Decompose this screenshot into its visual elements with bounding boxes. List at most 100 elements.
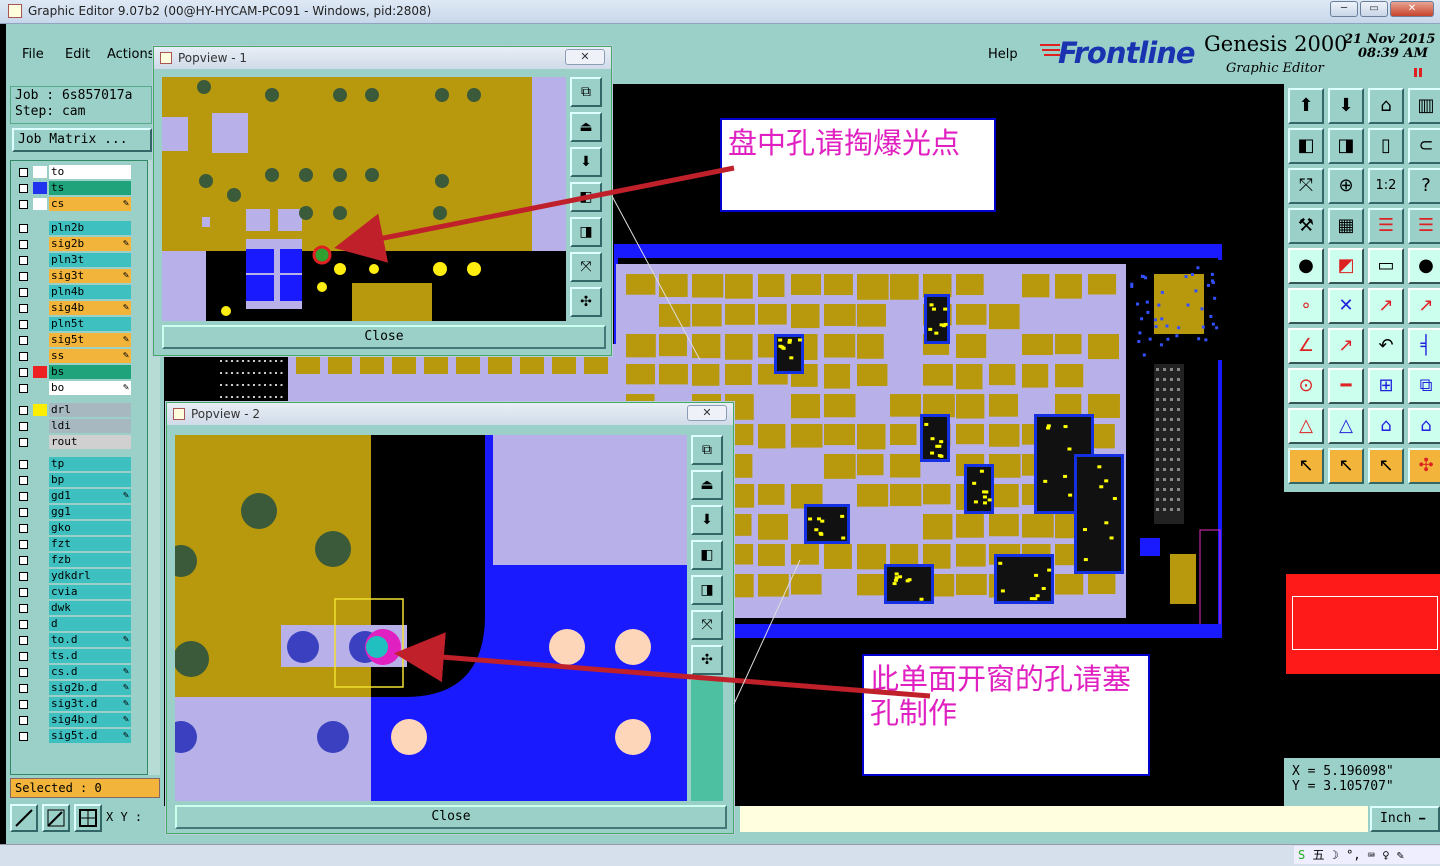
- layer-checkbox[interactable]: [19, 476, 28, 485]
- layer-name[interactable]: ts: [49, 181, 131, 195]
- popview-2-close-button[interactable]: Close: [175, 805, 727, 829]
- layer-row-ts[interactable]: ts: [15, 181, 133, 195]
- multi-icon[interactable]: ⧉: [1408, 368, 1440, 404]
- pan-up-icon[interactable]: ⏏: [691, 470, 723, 500]
- home-icon[interactable]: ⌂: [1368, 88, 1404, 124]
- layer-name[interactable]: bp: [49, 473, 131, 487]
- layer-color-swatch[interactable]: [33, 198, 47, 210]
- layer-color-swatch[interactable]: [33, 714, 47, 726]
- layer-checkbox[interactable]: [19, 732, 28, 741]
- pan-left-icon[interactable]: ◧: [691, 540, 723, 570]
- layer-color-swatch[interactable]: [33, 474, 47, 486]
- node-icon[interactable]: ∘: [1288, 288, 1324, 324]
- layer-checkbox[interactable]: [19, 368, 28, 377]
- layer-name[interactable]: sig3t.d ✎: [49, 697, 131, 711]
- layer-checkbox[interactable]: [19, 620, 28, 629]
- layer-name[interactable]: rout: [49, 435, 131, 449]
- layer-name[interactable]: ldi: [49, 419, 131, 433]
- layer-color-swatch[interactable]: [33, 366, 47, 378]
- fit-icon[interactable]: ⤧: [691, 610, 723, 640]
- layer-row-sig4b[interactable]: sig4b ✎: [15, 301, 133, 315]
- layer-checkbox[interactable]: [19, 572, 28, 581]
- layer-row-to.d[interactable]: to.d ✎: [15, 633, 133, 647]
- layer-checkbox[interactable]: [19, 524, 28, 533]
- layer-row-pln5t[interactable]: pln5t: [15, 317, 133, 331]
- layer-name[interactable]: d: [49, 617, 131, 631]
- menu-file[interactable]: File: [22, 47, 44, 62]
- select2-icon[interactable]: ↖: [1328, 448, 1364, 484]
- triangle2-icon[interactable]: △: [1328, 408, 1364, 444]
- layer-row-sig4b.d[interactable]: sig4b.d ✎: [15, 713, 133, 727]
- pan-left-icon[interactable]: ◧: [1288, 128, 1324, 164]
- layer-row-drl[interactable]: drl: [15, 403, 133, 417]
- pan-right-icon[interactable]: ◨: [1328, 128, 1364, 164]
- layer-name[interactable]: gg1: [49, 505, 131, 519]
- layer-row-fzt[interactable]: fzt: [15, 537, 133, 551]
- layer-name[interactable]: pln5t: [49, 317, 131, 331]
- draw-icon[interactable]: ↗: [1328, 328, 1364, 364]
- grid-snap-icon[interactable]: [74, 804, 102, 832]
- arc-icon[interactable]: ↶: [1368, 328, 1404, 364]
- layer-color-swatch[interactable]: [33, 254, 47, 266]
- arch2-icon[interactable]: ⌂: [1408, 408, 1440, 444]
- layer-checkbox[interactable]: [19, 492, 28, 501]
- menu-edit[interactable]: Edit: [65, 47, 90, 62]
- ruler-icon[interactable]: ▭: [1368, 248, 1404, 284]
- layer-name[interactable]: sig3t ✎: [49, 269, 131, 283]
- minus-icon[interactable]: ━: [1328, 368, 1364, 404]
- layer-checkbox[interactable]: [19, 240, 28, 249]
- measure-icon[interactable]: [10, 804, 38, 832]
- layer-name[interactable]: bo ✎: [49, 381, 131, 395]
- layer-name[interactable]: gd1 ✎: [49, 489, 131, 503]
- layer-row-ss[interactable]: ss ✎: [15, 349, 133, 363]
- layer-name[interactable]: gko: [49, 521, 131, 535]
- layer-color-swatch[interactable]: [33, 334, 47, 346]
- layer-checkbox[interactable]: [19, 200, 28, 209]
- layer-name[interactable]: bs: [49, 365, 131, 379]
- layer-color-swatch[interactable]: [33, 506, 47, 518]
- pan-down-icon[interactable]: ⬇: [691, 505, 723, 535]
- layer-checkbox[interactable]: [19, 668, 28, 677]
- layer-color-swatch[interactable]: [33, 490, 47, 502]
- layer-row-pln4b[interactable]: pln4b: [15, 285, 133, 299]
- layer-color-swatch[interactable]: [33, 302, 47, 314]
- layer-name[interactable]: cs ✎: [49, 197, 131, 211]
- layer-color-swatch[interactable]: [33, 458, 47, 470]
- maximize-button[interactable]: ▭: [1360, 1, 1388, 17]
- angle-icon[interactable]: ∠: [1288, 328, 1324, 364]
- menu-help[interactable]: Help: [988, 47, 1018, 62]
- layer-checkbox[interactable]: [19, 652, 28, 661]
- layer-row-cs[interactable]: cs ✎: [15, 197, 133, 211]
- layer-name[interactable]: fzt: [49, 537, 131, 551]
- layer-color-swatch[interactable]: [33, 270, 47, 282]
- layers2-icon[interactable]: ☰: [1408, 208, 1440, 244]
- layer-checkbox[interactable]: [19, 320, 28, 329]
- layer-color-swatch[interactable]: [33, 698, 47, 710]
- layer-checkbox[interactable]: [19, 556, 28, 565]
- layer-row-sig3t[interactable]: sig3t ✎: [15, 269, 133, 283]
- layer-row-sig5t[interactable]: sig5t ✎: [15, 333, 133, 347]
- pan-down-icon[interactable]: ⬇: [1328, 88, 1364, 124]
- layer-color-swatch[interactable]: [33, 404, 47, 416]
- layer-color-swatch[interactable]: [33, 222, 47, 234]
- layer-row-sig3t.d[interactable]: sig3t.d ✎: [15, 697, 133, 711]
- layer-color-swatch[interactable]: [33, 618, 47, 630]
- layer-checkbox[interactable]: [19, 168, 28, 177]
- popview-1-close-x[interactable]: ✕: [565, 49, 605, 65]
- line2-icon[interactable]: ↗: [1408, 288, 1440, 324]
- cross-icon[interactable]: ✕: [1328, 288, 1364, 324]
- fit-icon[interactable]: ⤧: [1288, 168, 1324, 204]
- layer-color-swatch[interactable]: [33, 538, 47, 550]
- help-icon[interactable]: ?: [1408, 168, 1440, 204]
- move-icon[interactable]: ✣: [691, 645, 723, 675]
- layer-checkbox[interactable]: [19, 224, 28, 233]
- layer-name[interactable]: pln4b: [49, 285, 131, 299]
- menu-actions[interactable]: Actions: [107, 47, 155, 62]
- fit-icon[interactable]: ⤧: [570, 252, 602, 282]
- layer-color-swatch[interactable]: [33, 166, 47, 178]
- units-button[interactable]: Inch ━: [1370, 806, 1440, 832]
- layer-name[interactable]: tp: [49, 457, 131, 471]
- close-window-button[interactable]: ✕: [1390, 1, 1434, 17]
- layers-icon[interactable]: ☰: [1368, 208, 1404, 244]
- overview-map[interactable]: [1284, 492, 1440, 758]
